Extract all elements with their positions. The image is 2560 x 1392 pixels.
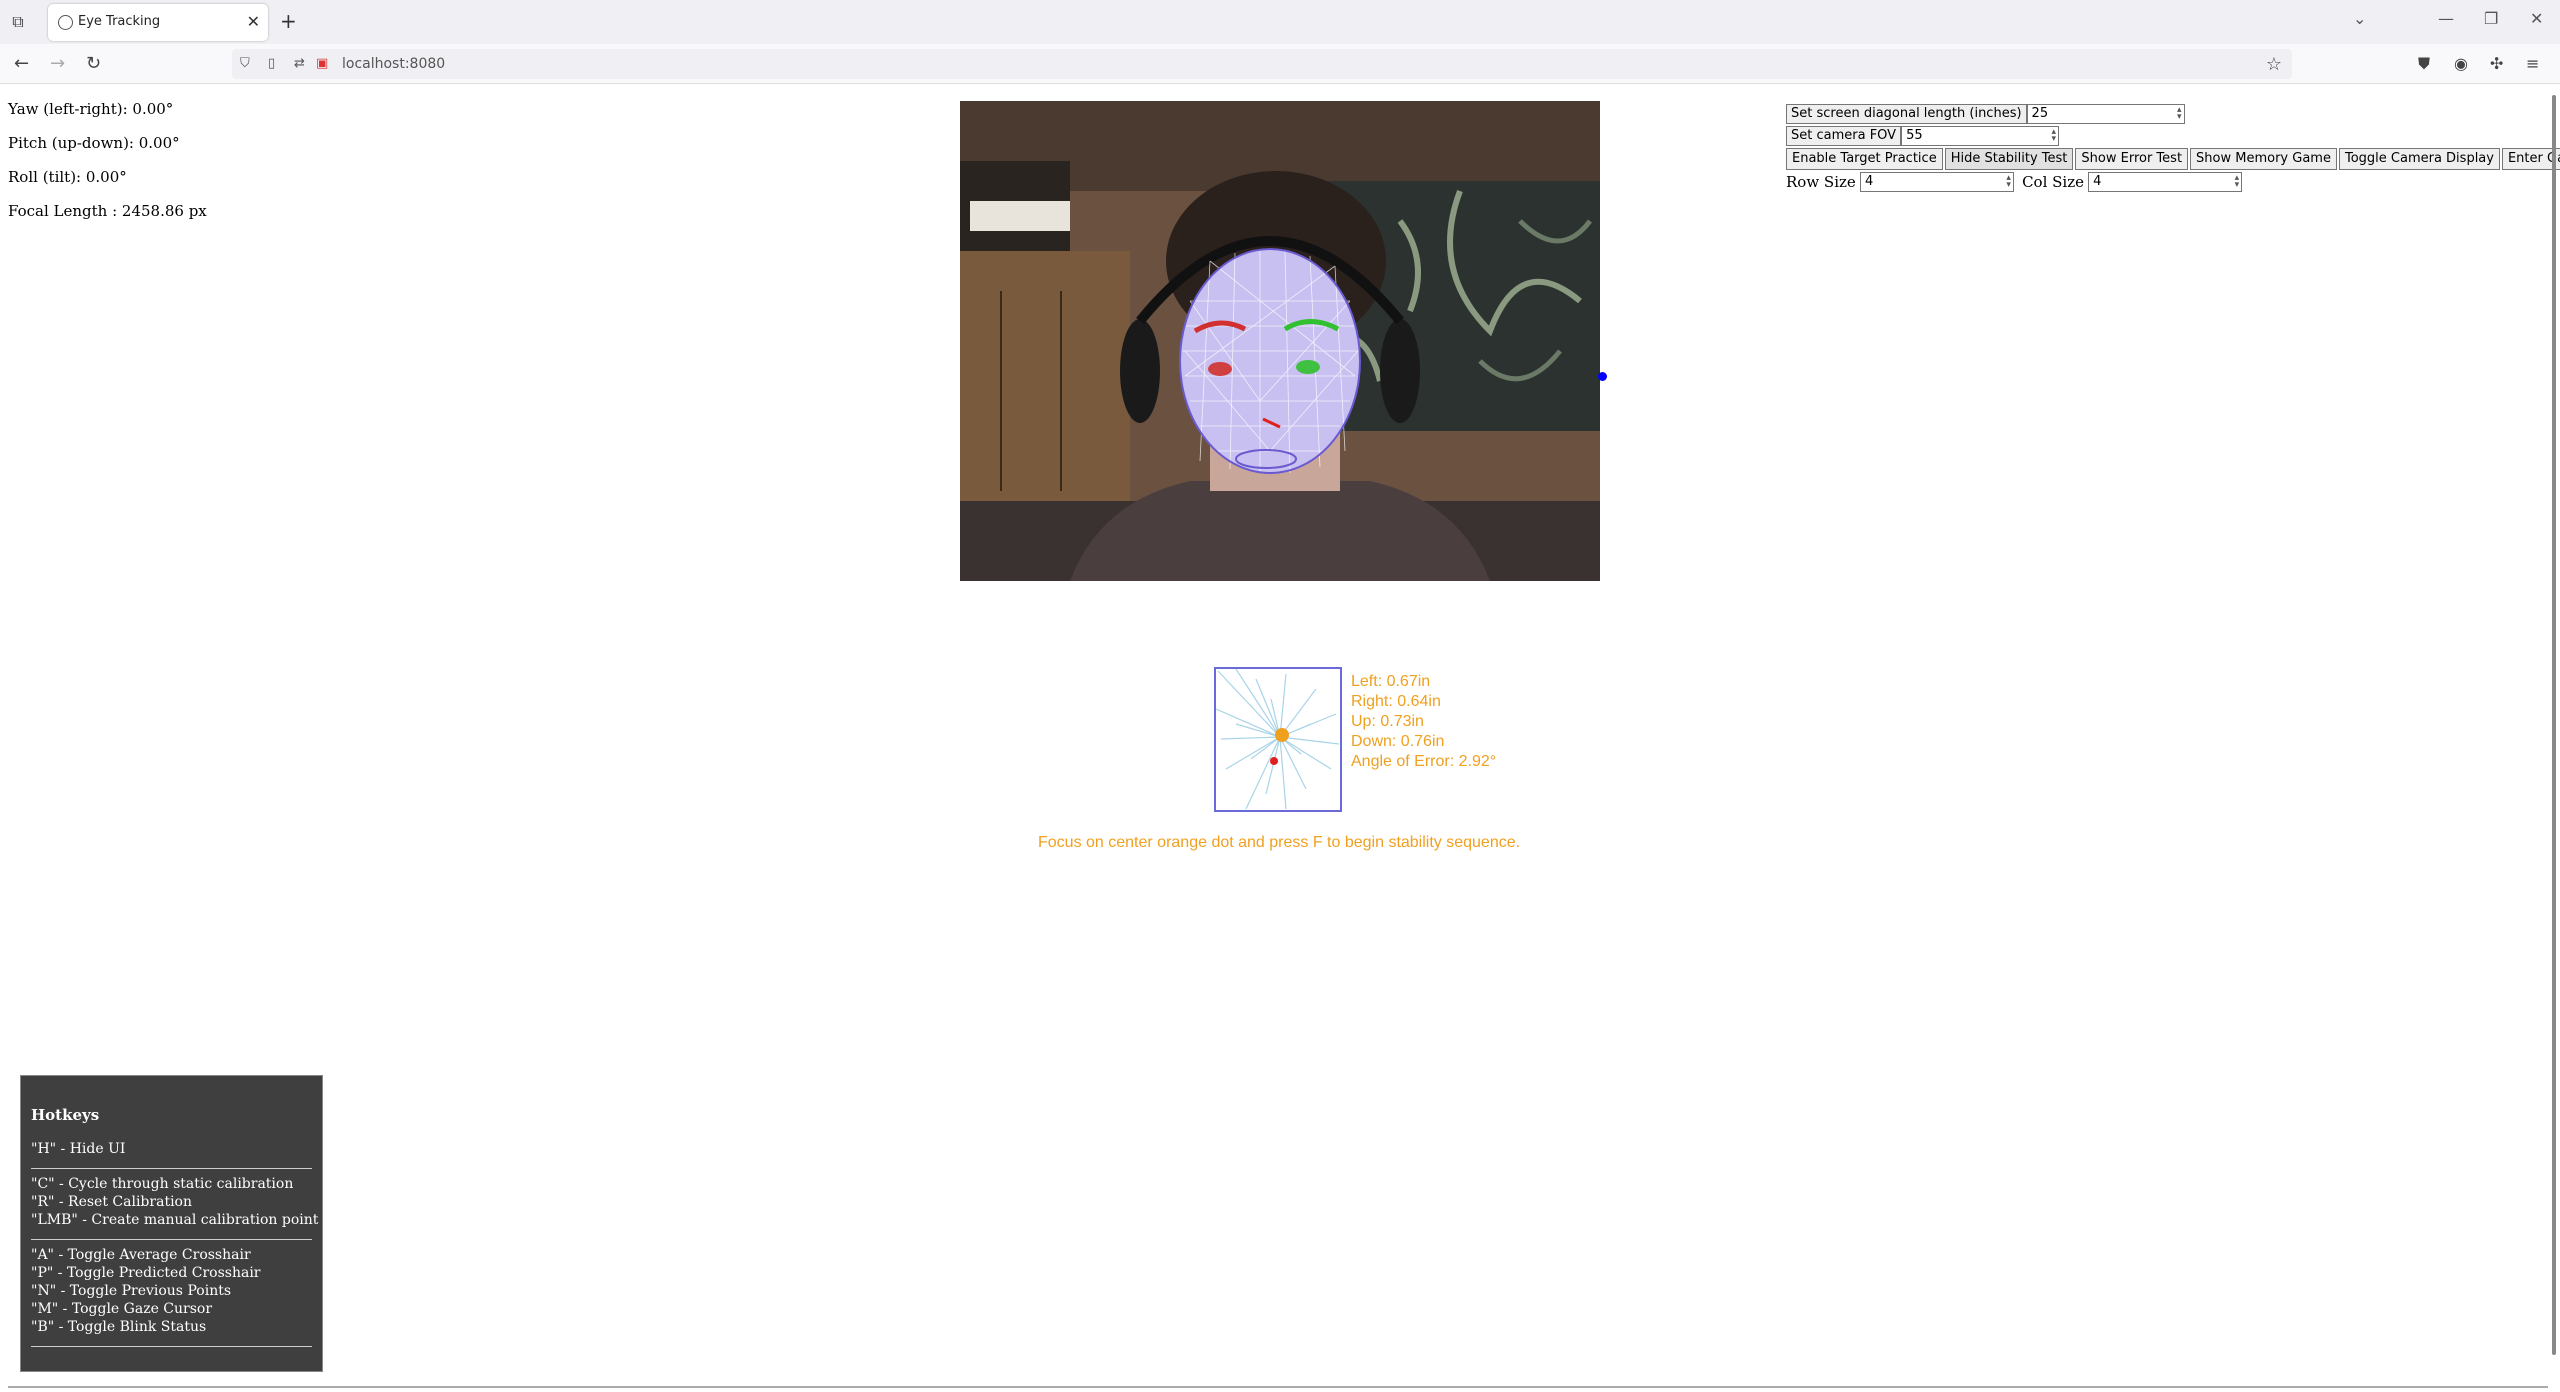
page-icon[interactable]: ▯ [268, 56, 275, 71]
new-tab-button[interactable]: + [280, 9, 297, 33]
error-test-button[interactable]: Show Error Test [2075, 148, 2189, 170]
divider [31, 1346, 312, 1347]
tab-eye-tracking[interactable]: Eye Tracking ✕ [48, 4, 268, 41]
spinner-icon[interactable]: ▴ ▾ [2177, 106, 2182, 122]
camera-fov-value: 55 [1906, 128, 1923, 143]
tab-title: Eye Tracking [78, 14, 161, 29]
back-icon[interactable]: ← [14, 53, 29, 74]
reload-icon[interactable]: ↻ [86, 53, 101, 74]
screen-diagonal-input[interactable]: 25 ▴ ▾ [2026, 104, 2185, 124]
camera-icon[interactable]: ▣ [316, 56, 328, 71]
gaze-marker-dot [1598, 372, 1607, 381]
url-text[interactable]: localhost:8080 [342, 56, 445, 72]
pose-readouts: Yaw (left-right): 0.00° Pitch (up-down):… [8, 100, 207, 236]
stat-up: Up: 0.73in [1351, 713, 1424, 730]
bookmark-star-icon[interactable]: ☆ [2266, 54, 2282, 75]
stat-down: Down: 0.76in [1351, 733, 1445, 750]
tab-overflow-icon[interactable]: ⌄ [2353, 9, 2366, 28]
hotkey-cycle-calibration: "C" - Cycle through static calibration [31, 1176, 294, 1192]
hotkeys-title: Hotkeys [31, 1106, 100, 1124]
stability-stats: Left: 0.67in Right: 0.64in Up: 0.73in Do… [1351, 672, 1496, 772]
account-icon[interactable]: ◉ [2454, 54, 2468, 73]
tab-bar: ⧉ Eye Tracking ✕ + ⌄ — ❐ ✕ [0, 0, 2560, 44]
hotkey-manual-calibration: "LMB" - Create manual calibration point [31, 1212, 319, 1228]
url-bar[interactable]: ⛉ ▯ ⇄ ▣ localhost:8080 ☆ [232, 49, 2292, 79]
camera-scene [960, 101, 1600, 581]
pitch-readout: Pitch (up-down): 0.00° [8, 134, 180, 152]
bottom-divider [8, 1386, 2548, 1388]
col-size-input[interactable]: 4 ▴ ▾ [2088, 172, 2243, 192]
menu-icon[interactable]: ≡ [2526, 54, 2539, 73]
hotkey-blink-status: "B" - Toggle Blink Status [31, 1319, 207, 1335]
col-size-value: 4 [2093, 174, 2102, 189]
row-size-input[interactable]: 4 ▴ ▾ [1859, 172, 2014, 192]
target-practice-button[interactable]: Enable Target Practice [1786, 148, 1943, 170]
tab-list-icon[interactable]: ⧉ [6, 10, 30, 34]
stability-test-button[interactable]: Hide Stability Test [1944, 148, 2074, 170]
row-size-value: 4 [1864, 174, 1874, 189]
hotkey-reset-calibration: "R" - Reset Calibration [31, 1194, 192, 1210]
restore-icon[interactable]: ❐ [2484, 9, 2498, 28]
globe-icon [58, 15, 73, 30]
stability-plot [1214, 667, 1342, 812]
stat-right: Right: 0.64in [1351, 693, 1441, 710]
divider [31, 1239, 312, 1240]
hotkeys-panel: Hotkeys "H" - Hide UI "C" - Cycle throug… [20, 1075, 323, 1372]
screen-diagonal-label[interactable]: Set screen diagonal length (inches) [1786, 104, 2027, 124]
shield-icon[interactable]: ⛉ [240, 56, 250, 71]
permissions-icon[interactable]: ⇄ [294, 56, 305, 71]
stat-left: Left: 0.67in [1351, 673, 1431, 690]
row-size-label: Row Size [1786, 173, 1856, 191]
focal-length-readout: Focal Length : 2458.86 px [8, 202, 207, 220]
screen-diagonal-value: 25 [2031, 106, 2049, 121]
roll-readout: Roll (tilt): 0.00° [8, 168, 127, 186]
page-scrollbar[interactable] [2552, 95, 2556, 1355]
stability-instructions: Focus on center orange dot and press F t… [1038, 834, 1521, 851]
forward-icon[interactable]: → [50, 53, 65, 74]
camera-feed [960, 101, 1600, 581]
stat-angle-of-error: Angle of Error: 2.92° [1351, 753, 1497, 770]
extensions-icon[interactable]: ✣ [2490, 54, 2503, 73]
hotkey-hide-ui: "H" - Hide UI [31, 1141, 126, 1157]
hotkey-gaze-cursor: "M" - Toggle Gaze Cursor [31, 1301, 213, 1317]
window-close-icon[interactable]: ✕ [2530, 9, 2543, 28]
yaw-readout: Yaw (left-right): 0.00° [8, 100, 174, 118]
divider [31, 1168, 312, 1169]
col-size-label: Col Size [2022, 173, 2085, 191]
spinner-icon[interactable]: ▴ ▾ [2006, 174, 2011, 190]
spinner-icon[interactable]: ▴ ▾ [2235, 174, 2240, 190]
camera-display-button[interactable]: Toggle Camera Display [2338, 148, 2500, 170]
spinner-icon[interactable]: ▴ ▾ [2052, 128, 2057, 144]
stability-rays [1215, 668, 1340, 810]
camera-fov-input[interactable]: 55 ▴ ▾ [1901, 126, 2060, 146]
tab-close-icon[interactable]: ✕ [247, 12, 260, 31]
memory-game-button[interactable]: Show Memory Game [2190, 148, 2337, 170]
camera-fov-label[interactable]: Set camera FOV [1786, 126, 1902, 146]
hotkey-previous-points: "N" - Toggle Previous Points [31, 1283, 232, 1299]
hotkey-average-crosshair: "A" - Toggle Average Crosshair [31, 1247, 251, 1263]
nav-bar: ← → ↻ ⛉ ▯ ⇄ ▣ localhost:8080 ☆ ⛊ ◉ ✣ ≡ [0, 44, 2560, 84]
hotkey-predicted-crosshair: "P" - Toggle Predicted Crosshair [31, 1265, 261, 1281]
minimize-icon[interactable]: — [2438, 9, 2454, 28]
pocket-icon[interactable]: ⛊ [2418, 54, 2430, 74]
